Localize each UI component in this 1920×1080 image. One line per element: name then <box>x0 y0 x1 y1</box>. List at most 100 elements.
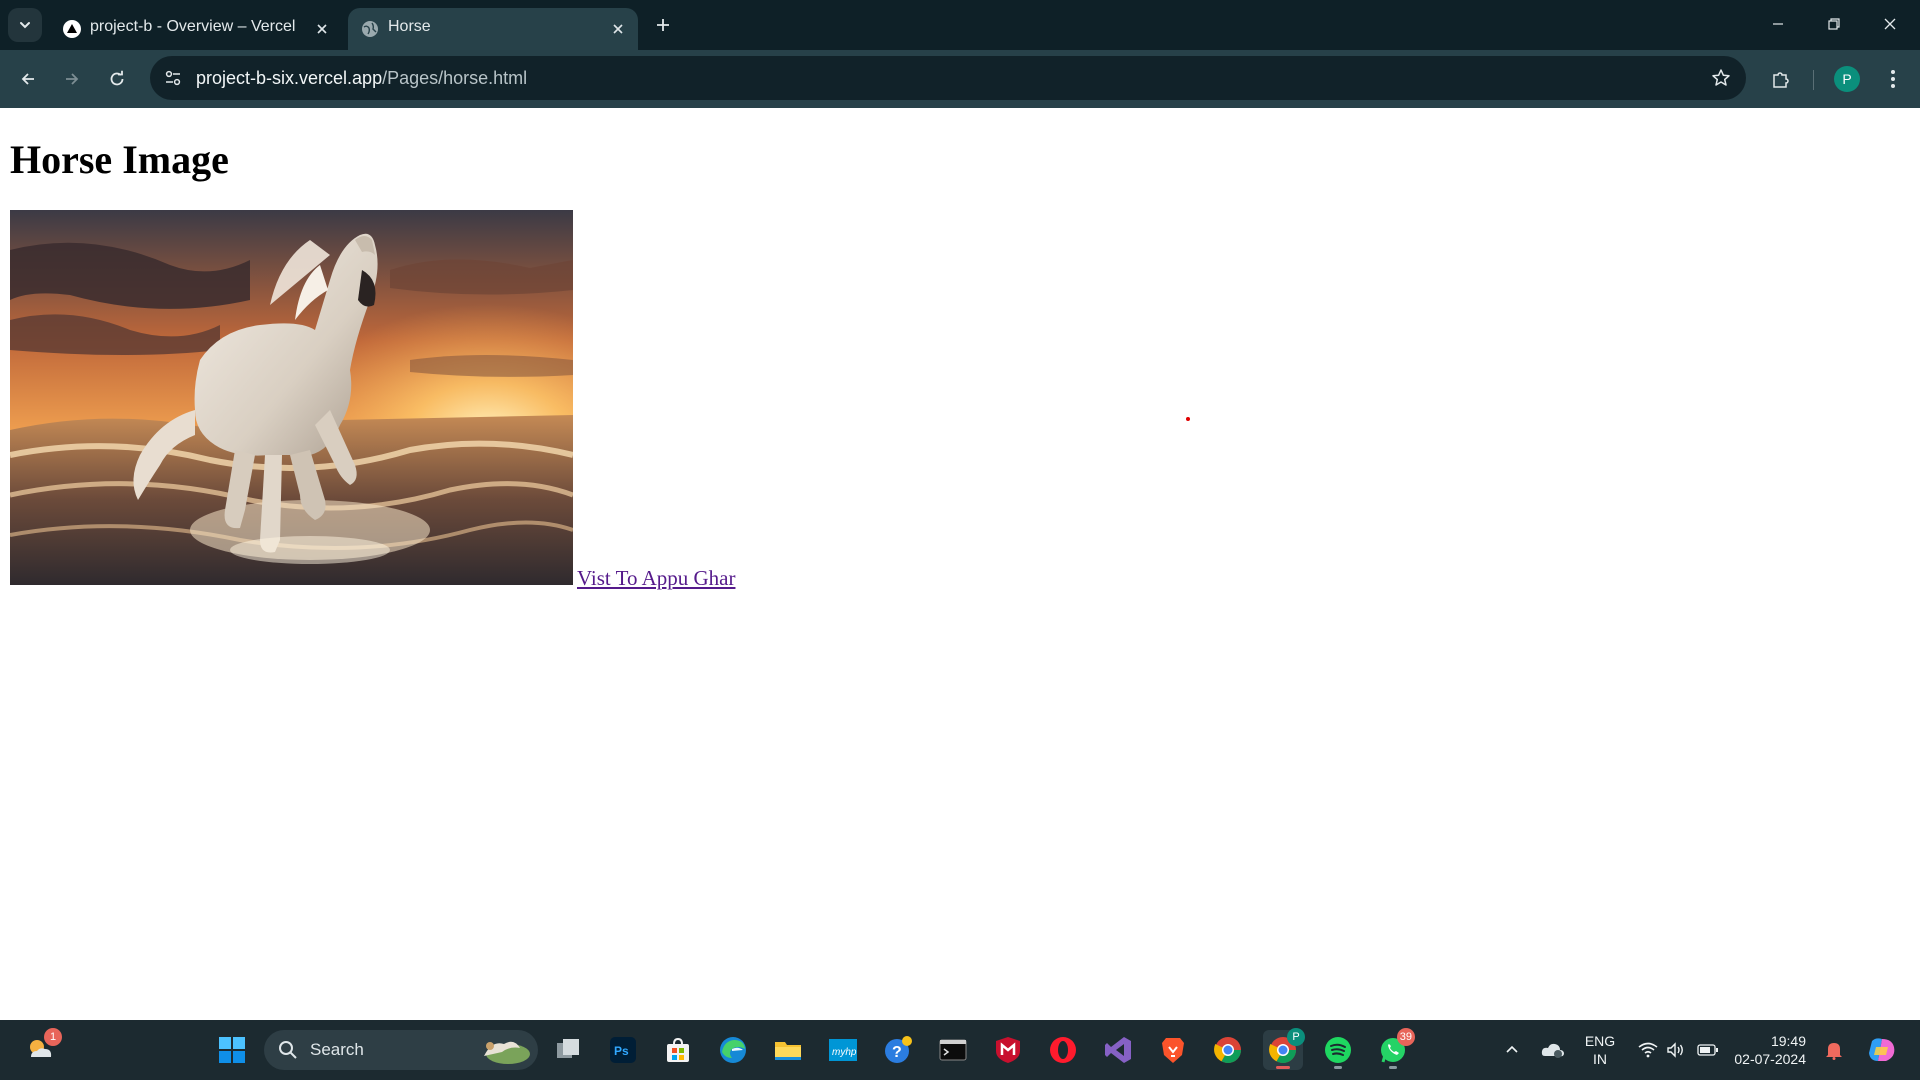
get-help-app[interactable]: ? <box>878 1030 918 1070</box>
vercel-triangle-icon <box>62 19 82 39</box>
onedrive-button[interactable] <box>1538 1020 1568 1080</box>
start-button[interactable] <box>212 1030 252 1070</box>
volume-status[interactable] <box>1664 1020 1688 1080</box>
opera-icon <box>1050 1037 1076 1063</box>
tab-search-button[interactable] <box>8 8 42 42</box>
search-icon <box>279 1041 297 1059</box>
address-bar[interactable]: project-b-six.vercel.app/Pages/horse.htm… <box>150 56 1746 100</box>
svg-text:?: ? <box>892 1044 902 1061</box>
task-view-button[interactable] <box>548 1030 588 1070</box>
close-icon <box>1884 18 1896 30</box>
running-indicator <box>1276 1066 1290 1069</box>
visual-studio-app[interactable] <box>1098 1030 1138 1070</box>
url-host: project-b-six.vercel.app <box>196 68 383 88</box>
spotify-app[interactable] <box>1318 1030 1358 1070</box>
plus-icon <box>657 19 669 31</box>
copilot-button[interactable] <box>1862 1020 1902 1080</box>
restore-button[interactable] <box>1806 2 1862 46</box>
system-clock[interactable]: 19:49 02-07-2024 <box>1734 1032 1806 1068</box>
notifications-button[interactable] <box>1822 1020 1846 1080</box>
page-title: Horse Image <box>10 137 229 182</box>
site-info-icon[interactable] <box>158 63 188 93</box>
clock-date: 02-07-2024 <box>1734 1051 1806 1067</box>
photoshop-icon: Ps <box>610 1037 636 1063</box>
back-button[interactable] <box>11 62 45 96</box>
show-hidden-icons-button[interactable] <box>1498 1020 1526 1080</box>
brave-lion-icon <box>1162 1038 1184 1063</box>
chevron-up-icon <box>1506 1045 1518 1053</box>
notification-badge: 1 <box>44 1028 62 1046</box>
url-path: /Pages/horse.html <box>382 68 528 88</box>
chevron-down-icon <box>20 22 30 29</box>
tab-vercel-overview[interactable]: project-b - Overview – Vercel <box>50 8 342 50</box>
bookmark-star-icon[interactable] <box>1708 65 1734 91</box>
chrome-app[interactable] <box>1208 1030 1248 1070</box>
tab-title: Horse <box>388 18 431 35</box>
myhp-app[interactable]: myhp <box>823 1030 863 1070</box>
speaker-icon <box>1667 1042 1683 1058</box>
help-icon: ? <box>885 1036 912 1063</box>
chrome-profile-app[interactable]: P <box>1263 1028 1305 1070</box>
kebab-menu-icon <box>1891 70 1895 88</box>
url-text: project-b-six.vercel.app/Pages/horse.htm… <box>196 68 527 89</box>
close-tab-icon[interactable] <box>310 17 334 41</box>
search-highlight-icon <box>484 1041 530 1064</box>
browser-menu-button[interactable] <box>1876 62 1910 96</box>
horse-image <box>10 210 573 585</box>
extensions-button[interactable] <box>1764 62 1798 96</box>
browser-toolbar: project-b-six.vercel.app/Pages/horse.htm… <box>0 50 1920 108</box>
close-window-button[interactable] <box>1862 2 1918 46</box>
battery-icon <box>1697 1044 1718 1056</box>
forward-button[interactable] <box>55 62 89 96</box>
arrow-left-icon <box>21 73 34 85</box>
photoshop-app[interactable]: Ps <box>603 1030 643 1070</box>
wifi-status[interactable] <box>1636 1020 1660 1080</box>
svg-text:Ps: Ps <box>614 1044 629 1058</box>
spotify-icon <box>1325 1037 1351 1063</box>
myhp-icon: myhp <box>829 1039 857 1061</box>
brave-browser-app[interactable] <box>1153 1030 1193 1070</box>
globe-icon <box>360 19 380 39</box>
profile-badge: P <box>1287 1028 1305 1046</box>
profile-button[interactable]: P <box>1830 62 1864 96</box>
whatsapp-app[interactable]: 39 <box>1373 1028 1415 1070</box>
opera-browser-app[interactable] <box>1043 1030 1083 1070</box>
folder-icon <box>775 1042 801 1060</box>
reload-button[interactable] <box>100 62 134 96</box>
battery-status[interactable] <box>1694 1020 1722 1080</box>
store-bag-icon <box>667 1037 689 1062</box>
running-indicator <box>1334 1066 1342 1069</box>
browser-tab-strip: project-b - Overview – Vercel Horse <box>0 0 1920 50</box>
region-code: IN <box>1593 1051 1607 1067</box>
avatar: P <box>1834 66 1860 92</box>
appu-ghar-link[interactable]: Vist To Appu Ghar <box>577 566 735 591</box>
unread-badge: 39 <box>1396 1028 1415 1046</box>
chrome-icon <box>1214 1037 1242 1064</box>
language-indicator[interactable]: ENG IN <box>1572 1032 1628 1068</box>
web-page: Horse Image Vist To Appu Ghar <box>0 108 1920 1020</box>
task-view-icon <box>557 1039 579 1058</box>
mcafee-app[interactable] <box>988 1030 1028 1070</box>
terminal-icon <box>939 1039 967 1061</box>
edge-icon <box>720 1037 746 1063</box>
edge-browser-app[interactable] <box>713 1030 753 1070</box>
minimize-icon <box>1773 23 1783 25</box>
mouse-cursor-dot <box>1186 417 1190 421</box>
toolbar-divider <box>1813 70 1814 90</box>
new-tab-button[interactable] <box>648 10 678 40</box>
minimize-button[interactable] <box>1750 2 1806 46</box>
tab-horse[interactable]: Horse <box>348 8 638 50</box>
tab-title: project-b - Overview – Vercel <box>90 18 296 35</box>
weather-widget[interactable]: 1 <box>20 1028 62 1070</box>
taskbar-search[interactable]: Search <box>264 1030 538 1070</box>
search-placeholder: Search <box>310 1040 364 1059</box>
windows-taskbar: 1 Search Ps myhp ? P 39 ENG IN 19:49 02-… <box>0 1020 1920 1080</box>
file-explorer-app[interactable] <box>768 1030 808 1070</box>
mcafee-shield-icon <box>996 1037 1020 1063</box>
wifi-icon <box>1638 1042 1658 1058</box>
restore-icon <box>1828 18 1840 30</box>
microsoft-store-app[interactable] <box>658 1030 698 1070</box>
terminal-app[interactable] <box>933 1030 973 1070</box>
bell-icon <box>1826 1043 1842 1060</box>
close-tab-icon[interactable] <box>606 17 630 41</box>
